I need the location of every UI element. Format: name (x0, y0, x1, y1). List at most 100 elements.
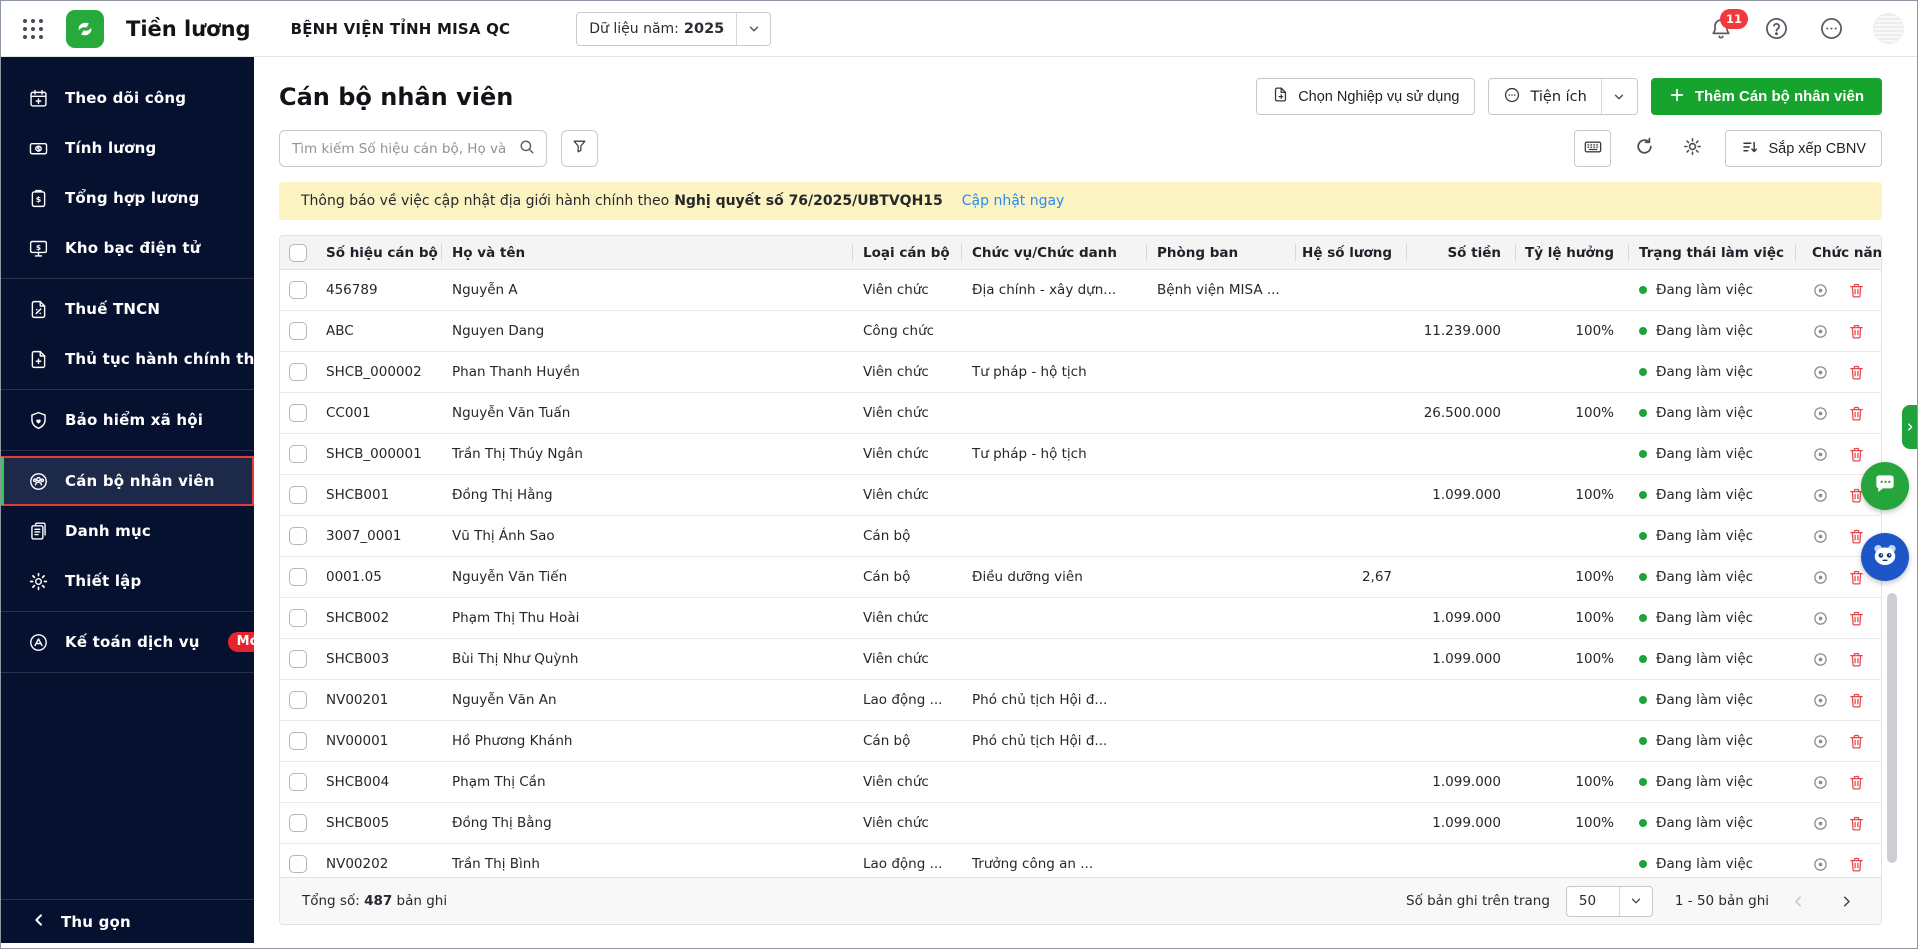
sidebar-item-wallet[interactable]: $Tính lương (1, 123, 254, 173)
column-header[interactable]: Chức vụ/Chức danh (961, 236, 1146, 269)
update-now-link[interactable]: Cập nhật ngay (962, 193, 1065, 209)
row-checkbox[interactable] (289, 855, 307, 873)
delete-icon[interactable] (1848, 692, 1865, 709)
row-checkbox[interactable] (289, 568, 307, 586)
table-row[interactable]: 456789Nguyễn AViên chứcĐịa chính - xây d… (280, 270, 1881, 311)
view-icon[interactable] (1812, 528, 1829, 545)
table-row[interactable]: 3007_0001Vũ Thị Ánh SaoCán bộĐang làm vi… (280, 516, 1881, 557)
view-icon[interactable] (1812, 856, 1829, 873)
view-icon[interactable] (1812, 692, 1829, 709)
column-header[interactable]: Phòng ban (1146, 236, 1295, 269)
chevron-down-icon[interactable] (736, 13, 770, 45)
table-row[interactable]: CC001Nguyễn Văn TuấnViên chức26.500.0001… (280, 393, 1881, 434)
sidebar-item-calendar-plus[interactable]: Theo dõi công (1, 73, 254, 123)
delete-icon[interactable] (1848, 446, 1865, 463)
sidebar-item-triangle-circle[interactable]: Kế toán dịch vụMới (1, 617, 254, 667)
add-employee-button[interactable]: Thêm Cán bộ nhân viên (1651, 78, 1882, 115)
expand-panel-tab[interactable] (1902, 405, 1917, 449)
row-checkbox[interactable] (289, 363, 307, 381)
sidebar-item-document-percent[interactable]: Thuế TNCN (1, 284, 254, 334)
row-checkbox[interactable] (289, 814, 307, 832)
row-checkbox[interactable] (289, 322, 307, 340)
select-all-checkbox[interactable] (289, 244, 307, 262)
help-icon[interactable] (1763, 16, 1789, 42)
settings-button[interactable] (1677, 134, 1707, 164)
table-row[interactable]: NV00202Trần Thị BìnhLao động ...Trưởng c… (280, 844, 1881, 877)
delete-icon[interactable] (1848, 569, 1865, 586)
table-row[interactable]: SHCB003Bùi Thị Như QuỳnhViên chức1.099.0… (280, 639, 1881, 680)
column-header[interactable]: Họ và tên (441, 236, 852, 269)
column-header[interactable]: Số hiệu cán bộ (315, 236, 441, 269)
table-row[interactable]: NV00201Nguyễn Văn AnLao động ...Phó chủ … (280, 680, 1881, 721)
delete-icon[interactable] (1848, 856, 1865, 873)
view-icon[interactable] (1812, 364, 1829, 381)
table-row[interactable]: SHCB_000001Trần Thị Thúy NgânViên chứcTư… (280, 434, 1881, 475)
delete-icon[interactable] (1848, 815, 1865, 832)
keyboard-shortcuts-button[interactable] (1574, 130, 1611, 167)
utilities-button[interactable]: Tiện ích (1488, 78, 1637, 115)
table-row[interactable]: SHCB004Phạm Thị CầnViên chức1.099.000100… (280, 762, 1881, 803)
sidebar-item-shield-heart[interactable]: Bảo hiểm xã hội (1, 395, 254, 445)
view-icon[interactable] (1812, 610, 1829, 627)
view-icon[interactable] (1812, 323, 1829, 340)
delete-icon[interactable] (1848, 364, 1865, 381)
chat-support-button[interactable] (1861, 462, 1909, 510)
row-checkbox[interactable] (289, 650, 307, 668)
view-icon[interactable] (1812, 774, 1829, 791)
more-options-icon[interactable] (1818, 16, 1844, 42)
delete-icon[interactable] (1848, 651, 1865, 668)
table-row[interactable]: SHCB002Phạm Thị Thu HoàiViên chức1.099.0… (280, 598, 1881, 639)
row-checkbox[interactable] (289, 609, 307, 627)
view-icon[interactable] (1812, 815, 1829, 832)
app-grid-icon[interactable] (23, 19, 43, 39)
sidebar-item-monitor-dollar[interactable]: $Kho bạc điện tử (1, 223, 254, 273)
per-page-select[interactable]: 50 (1566, 886, 1653, 917)
row-checkbox[interactable] (289, 527, 307, 545)
chevron-down-icon[interactable] (1619, 887, 1652, 916)
delete-icon[interactable] (1848, 610, 1865, 627)
next-page-button[interactable] (1833, 888, 1859, 914)
delete-icon[interactable] (1848, 282, 1865, 299)
column-header[interactable]: Chức năng (1795, 236, 1881, 269)
table-row[interactable]: NV00001Hồ Phương KhánhCán bộPhó chủ tịch… (280, 721, 1881, 762)
column-header[interactable]: Trạng thái làm việc (1628, 236, 1795, 269)
view-icon[interactable] (1812, 487, 1829, 504)
collapse-sidebar-button[interactable]: Thu gọn (1, 899, 254, 943)
assistant-bot-button[interactable] (1861, 533, 1909, 581)
column-header[interactable]: Hệ số lương (1295, 236, 1406, 269)
column-header[interactable]: Số tiền (1406, 236, 1515, 269)
sidebar-item-people-circle[interactable]: Cán bộ nhân viên (1, 456, 254, 506)
row-checkbox[interactable] (289, 486, 307, 504)
view-icon[interactable] (1812, 446, 1829, 463)
delete-icon[interactable] (1848, 733, 1865, 750)
sort-employees-button[interactable]: Sắp xếp CBNV (1725, 130, 1882, 167)
view-icon[interactable] (1812, 405, 1829, 422)
search-input[interactable] (292, 141, 510, 157)
utilities-dropdown-chevron[interactable] (1601, 79, 1637, 114)
delete-icon[interactable] (1848, 528, 1865, 545)
table-row[interactable]: SHCB_000002Phan Thanh HuyềnViên chứcTư p… (280, 352, 1881, 393)
refresh-button[interactable] (1629, 134, 1659, 164)
row-checkbox[interactable] (289, 445, 307, 463)
sidebar-item-gear[interactable]: Thiết lập (1, 556, 254, 606)
previous-page-button[interactable] (1785, 888, 1811, 914)
delete-icon[interactable] (1848, 405, 1865, 422)
view-icon[interactable] (1812, 282, 1829, 299)
user-avatar[interactable] (1873, 13, 1904, 44)
delete-icon[interactable] (1848, 323, 1865, 340)
view-icon[interactable] (1812, 733, 1829, 750)
column-header[interactable]: Tỷ lệ hưởng (1515, 236, 1628, 269)
data-year-select[interactable]: Dữ liệu năm: 2025 (576, 12, 771, 46)
row-checkbox[interactable] (289, 691, 307, 709)
table-row[interactable]: SHCB001Đồng Thị HằngViên chức1.099.00010… (280, 475, 1881, 516)
delete-icon[interactable] (1848, 774, 1865, 791)
sidebar-item-document-plus[interactable]: Thủ tục hành chính thuế (1, 334, 254, 384)
row-checkbox[interactable] (289, 773, 307, 791)
filter-button[interactable] (561, 130, 598, 167)
sidebar-item-documents[interactable]: Danh mục (1, 506, 254, 556)
row-checkbox[interactable] (289, 732, 307, 750)
view-icon[interactable] (1812, 651, 1829, 668)
view-icon[interactable] (1812, 569, 1829, 586)
table-scrollbar[interactable] (1887, 593, 1897, 863)
sidebar-item-clipboard-dollar[interactable]: $Tổng hợp lương (1, 173, 254, 223)
